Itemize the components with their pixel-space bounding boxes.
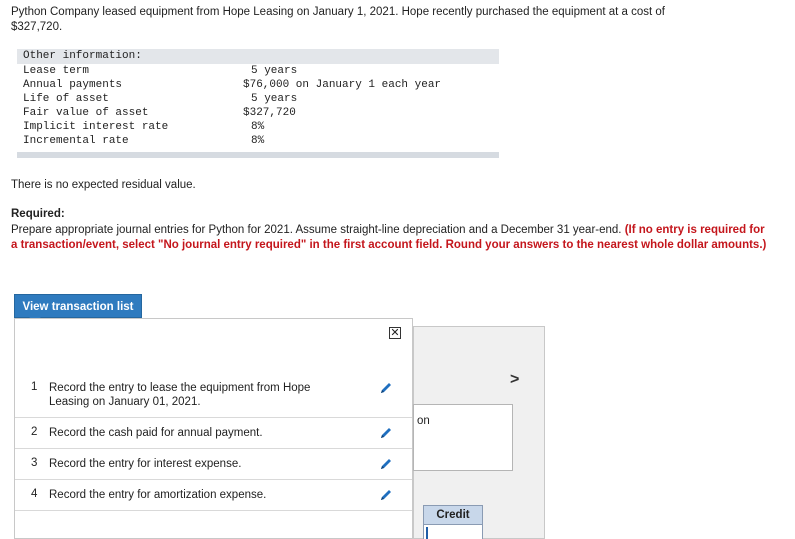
- info-row-implicit-rate: Implicit interest rate 8%: [17, 120, 499, 134]
- problem-intro: Python Company leased equipment from Hop…: [11, 5, 771, 35]
- info-row-lease-term: Lease term 5 years: [17, 64, 499, 78]
- transaction-number: 4: [31, 488, 38, 500]
- transaction-number: 3: [31, 457, 38, 469]
- info-value: 5 years: [251, 65, 298, 77]
- transaction-text: Record the entry to lease the equipment …: [49, 382, 311, 408]
- transaction-item-2[interactable]: 2 Record the cash paid for annual paymen…: [15, 418, 412, 449]
- text-cursor: [426, 527, 428, 539]
- info-label: Lease term: [23, 65, 90, 77]
- info-label: Fair value of asset: [23, 107, 149, 119]
- view-transaction-list-button[interactable]: View transaction list: [14, 294, 142, 318]
- table-bottom-bar: [17, 152, 499, 158]
- pencil-icon[interactable]: [379, 381, 393, 395]
- info-label: Incremental rate: [23, 135, 129, 147]
- info-row-life-of-asset: Life of asset 5 years: [17, 92, 499, 106]
- residual-note: There is no expected residual value.: [11, 179, 196, 191]
- other-information-header: Other information:: [17, 49, 499, 64]
- required-text: Prepare appropriate journal entries for …: [11, 223, 771, 253]
- transaction-item-1[interactable]: 1 Record the entry to lease the equipmen…: [15, 376, 412, 418]
- pencil-icon[interactable]: [379, 488, 393, 502]
- info-value: $327,720: [243, 107, 296, 119]
- transaction-text: Record the entry for interest expense.: [49, 458, 242, 470]
- other-information-table: Other information: Lease term 5 years An…: [17, 49, 499, 148]
- close-icon[interactable]: ✕: [389, 327, 401, 339]
- transaction-item-4[interactable]: 4 Record the entry for amortization expe…: [15, 480, 412, 511]
- pencil-icon[interactable]: [379, 426, 393, 440]
- info-label: Annual payments: [23, 79, 123, 91]
- required-body: Prepare appropriate journal entries for …: [11, 224, 625, 236]
- credit-input[interactable]: [423, 525, 483, 539]
- transaction-text: Record the entry for amortization expens…: [49, 489, 267, 501]
- intro-line-2: $327,720.: [11, 21, 63, 33]
- info-value: $76,000 on January 1 each year: [243, 79, 442, 91]
- info-label: Implicit interest rate: [23, 121, 169, 133]
- transaction-number: 1: [31, 381, 38, 393]
- info-value: 5 years: [251, 93, 298, 105]
- info-row-incremental-rate: Incremental rate 8%: [17, 134, 499, 148]
- chevron-right-icon[interactable]: >: [510, 371, 519, 389]
- info-row-annual-payments: Annual payments $76,000 on January 1 eac…: [17, 78, 499, 92]
- info-value: 8%: [251, 121, 265, 133]
- transaction-number: 2: [31, 426, 38, 438]
- pencil-icon[interactable]: [379, 457, 393, 471]
- credit-column-header: Credit: [423, 505, 483, 525]
- background-partial-text: on: [417, 415, 430, 427]
- intro-line-1: Python Company leased equipment from Hop…: [11, 6, 665, 18]
- info-label: Life of asset: [23, 93, 109, 105]
- transaction-item-3[interactable]: 3 Record the entry for interest expense.: [15, 449, 412, 480]
- info-value: 8%: [251, 135, 265, 147]
- info-row-fair-value: Fair value of asset $327,720: [17, 106, 499, 120]
- required-title: Required:: [11, 208, 65, 220]
- transaction-text: Record the cash paid for annual payment.: [49, 427, 263, 439]
